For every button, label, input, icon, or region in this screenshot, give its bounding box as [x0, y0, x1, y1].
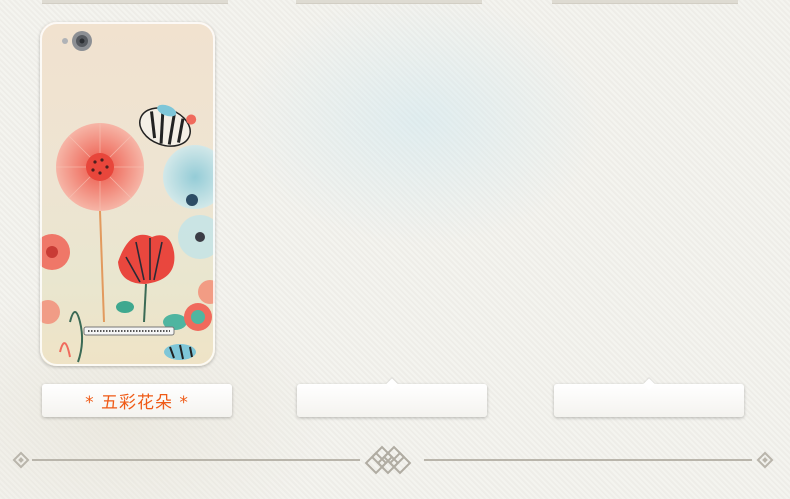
- product-caption-2[interactable]: [297, 378, 487, 417]
- knot-ornament-icon: [364, 445, 412, 475]
- diamond-end-icon: [12, 451, 30, 469]
- top-rule-1: [42, 0, 228, 4]
- caption-text: * 五彩花朵 *: [85, 393, 189, 413]
- product-caption-3[interactable]: [554, 378, 744, 417]
- diamond-end-icon: [756, 451, 774, 469]
- ornament-divider: [12, 445, 774, 475]
- product-caption-1[interactable]: * 五彩花朵 *: [42, 384, 232, 417]
- product-image-phone-case[interactable]: [40, 22, 215, 366]
- speaker-grille-icon: [83, 326, 175, 336]
- top-rule-2: [296, 0, 482, 4]
- top-rule-3: [552, 0, 738, 4]
